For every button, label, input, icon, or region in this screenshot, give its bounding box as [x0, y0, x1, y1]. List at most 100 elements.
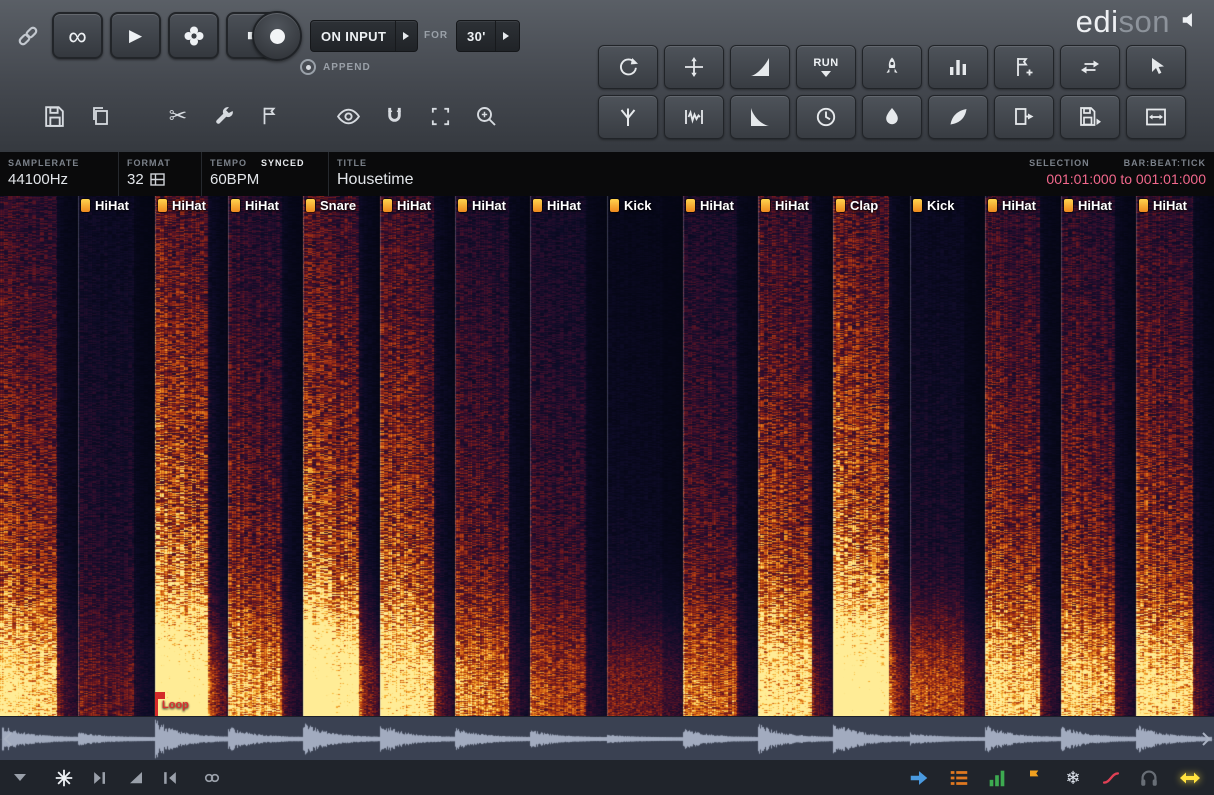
select-region-icon[interactable]: [426, 102, 454, 130]
analyze-button[interactable]: [928, 45, 988, 89]
marker-tool-icon[interactable]: [256, 102, 284, 130]
stretch-mode-button[interactable]: [1176, 764, 1204, 792]
chevron-right-icon: [395, 21, 416, 51]
bottom-toolbar: ❄: [0, 760, 1214, 795]
add-marker-button[interactable]: [994, 45, 1054, 89]
marker-forward-button[interactable]: [86, 764, 114, 792]
copy-icon[interactable]: [86, 102, 114, 130]
preview-button[interactable]: [1135, 764, 1163, 792]
top-toolbar: ∞ ▶ ■ ON INPUT FOR 30' APPEND ✂: [0, 0, 1214, 153]
record-button[interactable]: [252, 11, 302, 61]
radio-icon: [300, 59, 316, 75]
save-icon[interactable]: [40, 102, 68, 130]
loop-marker[interactable]: Loop: [155, 692, 189, 716]
title-value: Housetime: [337, 171, 936, 189]
fade-in-button[interactable]: [730, 45, 790, 89]
time-tool-button[interactable]: [796, 95, 856, 139]
next-marker-icon: [90, 768, 110, 788]
spectrum-mode-button[interactable]: [50, 764, 78, 792]
fit-icon: [1144, 105, 1168, 129]
amplify-button[interactable]: [862, 45, 922, 89]
spectrogram-canvas[interactable]: [0, 196, 1214, 716]
fan-icon: [182, 24, 206, 48]
scroll-left-button[interactable]: [0, 717, 16, 761]
loop-flag-icon: [158, 692, 165, 699]
brand: edison: [1076, 4, 1202, 40]
clock-icon: [814, 105, 838, 129]
record-mode-button[interactable]: [168, 12, 219, 59]
eye-icon[interactable]: [334, 102, 362, 130]
save-arrow-icon: [1078, 105, 1102, 129]
chain-icon: [202, 768, 222, 788]
normalize-button[interactable]: [664, 45, 724, 89]
link-icon[interactable]: [14, 22, 42, 50]
scroll-right-button[interactable]: [1198, 717, 1214, 761]
scissors-icon[interactable]: ✂: [164, 102, 192, 130]
marker-plus-icon: [1012, 55, 1036, 79]
select-tool-button[interactable]: [1126, 45, 1186, 89]
synced-badge: SYNCED: [261, 158, 305, 168]
zoom-icon[interactable]: [472, 102, 500, 130]
freeze-button[interactable]: ❄: [1059, 764, 1087, 792]
declip-button[interactable]: [598, 95, 658, 139]
fade-out-icon: [748, 105, 772, 129]
wrench-icon[interactable]: [210, 102, 238, 130]
reverse-icon: [616, 55, 640, 79]
samplerate-field: SAMPLERATE 44100Hz: [0, 152, 119, 196]
format-label: FORMAT: [127, 158, 171, 168]
play-button[interactable]: ▶: [110, 12, 161, 59]
format-field[interactable]: FORMAT 32: [119, 152, 202, 196]
convolution-button[interactable]: [664, 95, 724, 139]
smooth-curve-button[interactable]: [1097, 764, 1125, 792]
selection-field: SELECTIONBAR:BEAT:TICK 001:01:000 to 001…: [946, 152, 1214, 196]
fade-in-icon: [748, 55, 772, 79]
ramp-tool-button[interactable]: [122, 764, 150, 792]
orange-list-icon: [948, 767, 970, 789]
app-logo: edison: [1076, 4, 1170, 40]
loop-button[interactable]: ∞: [52, 12, 103, 59]
record-icon: [270, 29, 285, 44]
bar-chart-icon: [946, 55, 970, 79]
magnet-icon[interactable]: [380, 102, 408, 130]
tempo-field[interactable]: TEMPOSYNCED 60BPM: [202, 152, 329, 196]
for-label: FOR: [424, 30, 448, 41]
edit-list-button[interactable]: [945, 764, 973, 792]
chevron-down-icon: [13, 773, 27, 782]
sharpen-button[interactable]: [928, 95, 988, 139]
convert-button[interactable]: [1060, 45, 1120, 89]
blur-button[interactable]: [862, 95, 922, 139]
reverse-button[interactable]: [598, 45, 658, 89]
swap-arrows-icon: [1078, 55, 1102, 79]
link-selection-button[interactable]: [198, 764, 226, 792]
run-script-button[interactable]: RUN: [796, 45, 856, 89]
drop-icon: [880, 105, 904, 129]
append-radio[interactable]: APPEND: [300, 59, 371, 75]
chevron-down-icon: [821, 71, 831, 77]
selection-value: 001:01:000 to 001:01:000: [956, 171, 1206, 187]
prev-marker-icon: [160, 768, 180, 788]
fade-out-button[interactable]: [730, 95, 790, 139]
yellow-swap-icon: [1178, 766, 1202, 790]
edit-icon-row: ✂: [40, 102, 500, 130]
marker-back-button[interactable]: [156, 764, 184, 792]
info-bar: SAMPLERATE 44100Hz FORMAT 32 TEMPOSYNCED…: [0, 152, 1214, 196]
send-to-playlist-button[interactable]: [905, 764, 933, 792]
levels-button[interactable]: [983, 764, 1011, 792]
cursor-icon: [1144, 55, 1168, 79]
samplerate-value: 44100Hz: [8, 171, 108, 188]
duration-select[interactable]: 30': [456, 20, 520, 52]
record-trigger-value: ON INPUT: [321, 29, 386, 44]
save-sample-button[interactable]: [1060, 95, 1120, 139]
title-field[interactable]: TITLE Housetime: [329, 152, 946, 196]
waveform-icon: [682, 105, 706, 129]
samplerate-label: SAMPLERATE: [8, 158, 79, 168]
waveform-canvas[interactable]: [0, 717, 1214, 761]
fit-zoom-button[interactable]: [1126, 95, 1186, 139]
speaker-icon[interactable]: [1180, 9, 1202, 36]
record-trigger-select[interactable]: ON INPUT: [310, 20, 418, 52]
duration-value: 30': [467, 29, 486, 44]
view-options-button[interactable]: [6, 764, 34, 792]
slide-button[interactable]: [994, 95, 1054, 139]
marker-flag-button[interactable]: [1021, 764, 1049, 792]
barbeattick-label: BAR:BEAT:TICK: [1124, 158, 1206, 168]
